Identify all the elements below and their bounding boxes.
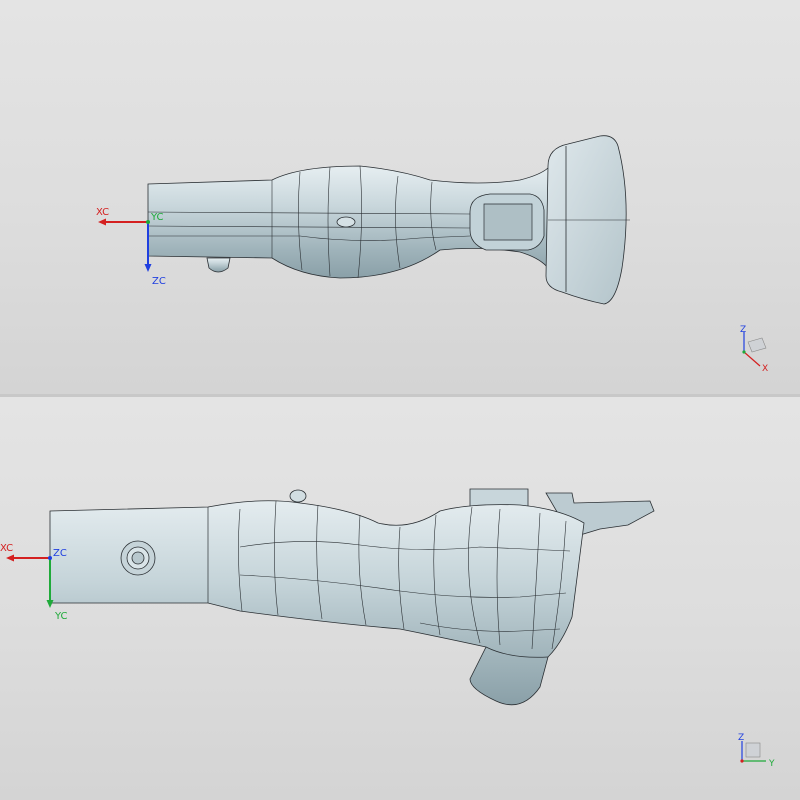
top-bump [289,489,307,503]
view-triad-side-label: X [762,364,768,374]
csys-triad-icon [98,218,152,272]
view-triad-side-label: Y [768,759,775,769]
y-axis-label: YC [54,611,68,622]
side-boss [120,540,156,576]
view-triad-up-label: Z [738,733,744,743]
pipe-part-side-view[interactable] [49,488,655,706]
center-bump [336,216,356,228]
y-axis-label: YC [150,212,164,223]
csys-triad-icon [6,554,54,608]
model-view-bottom[interactable]: XC ZC YC Z Y [0,397,800,800]
x-axis-label: XC [0,543,13,554]
view-triad-icon[interactable] [742,332,767,367]
z-axis-label: ZC [53,548,67,559]
view-triad-up-label: Z [740,325,746,335]
pipe-part-top-view[interactable] [147,135,630,305]
z-axis-label: ZC [152,276,166,287]
viewport-top[interactable]: XC YC ZC Z X [0,0,800,394]
x-axis-label: XC [96,207,109,218]
model-view-top[interactable]: XC YC ZC Z X [0,0,800,394]
view-triad-icon[interactable] [740,741,766,763]
viewport-bottom[interactable]: XC ZC YC Z Y [0,397,800,800]
boss-bottom [206,257,231,273]
